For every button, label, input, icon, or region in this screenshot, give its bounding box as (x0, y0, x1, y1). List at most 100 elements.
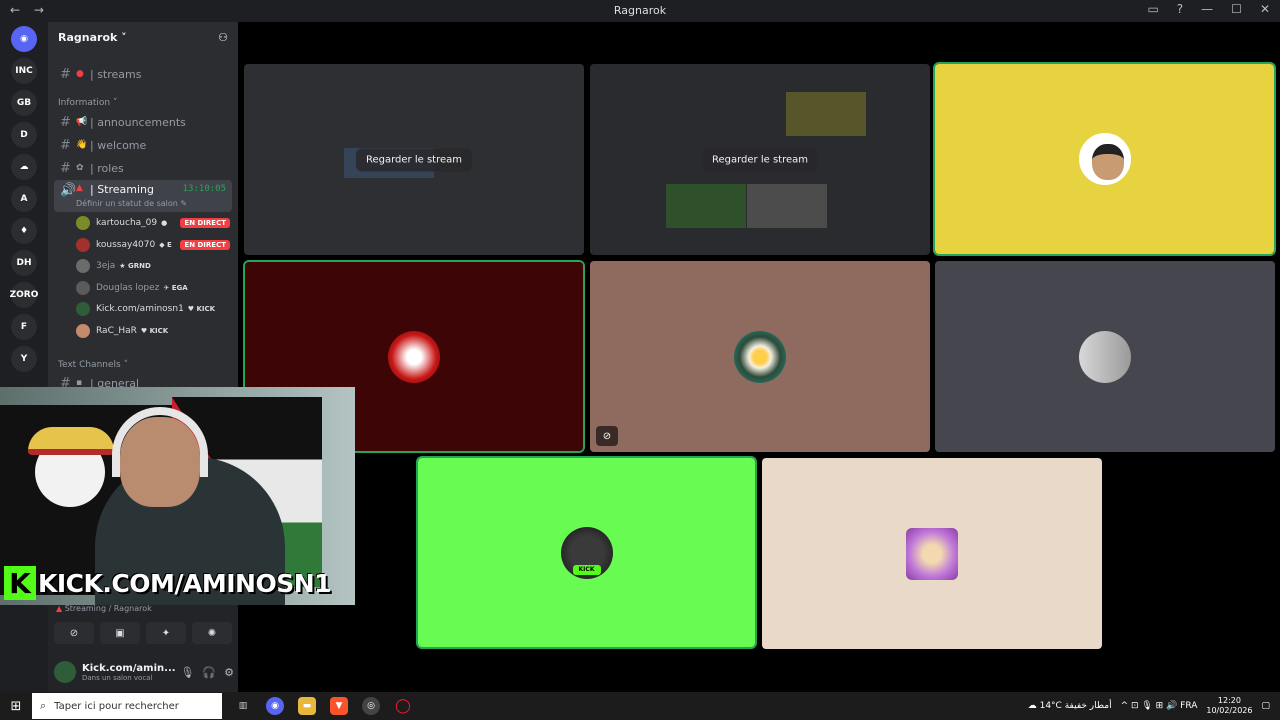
voice-user[interactable]: RaC_HaR ♥ KICK (76, 322, 230, 340)
clock-time: 12:20 (1217, 696, 1241, 705)
avatar (76, 259, 90, 273)
activities-button[interactable]: ✦ (146, 622, 186, 644)
stream-preview (666, 184, 746, 228)
voice-user-name: Kick.com/aminosn1 (96, 304, 184, 314)
server-avatar-icon[interactable]: A (11, 186, 37, 212)
user-tile-7[interactable]: KICK (416, 456, 757, 649)
voice-location[interactable]: ▲ Streaming / Ragnarok (56, 604, 152, 613)
avatar (76, 237, 90, 252)
stream-tile-1[interactable]: Regarder le stream (244, 64, 584, 255)
user-tag: ♥ KICK (187, 305, 216, 313)
weather-widget[interactable]: ☁ 14°C أمطار خفيفة (1028, 701, 1112, 711)
straw-hat-image (28, 427, 114, 455)
user-name: Kick.com/amin... (82, 662, 176, 674)
avatar[interactable] (54, 661, 76, 683)
channel-roles[interactable]: # ✿ | roles (54, 158, 232, 178)
red-dot-icon: ● (76, 69, 84, 79)
user-tile-5[interactable]: ⊘ (590, 261, 930, 452)
headset-icon[interactable]: 🎧 (202, 666, 216, 679)
inbox-icon[interactable]: ▭ (1147, 2, 1158, 16)
settings-gear-icon[interactable]: ⚙ (224, 666, 234, 679)
server-fury-icon[interactable]: F (11, 314, 37, 340)
window-titlebar: ← → Ragnarok ▭ ? — ☐ ✕ (0, 0, 1280, 22)
taskbar-apps: ▥ ◉ ▬ ▼ ◎ ◯ (234, 697, 412, 715)
channel-status[interactable]: Définir un statut de salon ✎ (76, 199, 187, 208)
server-zoro-icon[interactable]: ZORO (10, 282, 38, 308)
call-timer: 13:10:05 (182, 184, 226, 194)
discord-app-icon[interactable]: ◉ (266, 697, 284, 715)
server-d-icon[interactable]: D (11, 122, 37, 148)
avatar (76, 302, 90, 316)
maximize-button[interactable]: ☐ (1231, 2, 1242, 16)
user-tile-8[interactable] (762, 458, 1102, 649)
channel-welcome[interactable]: # 👋 | welcome (54, 135, 232, 155)
voice-user[interactable]: 3eja ★ GRND (76, 257, 230, 275)
channel-label: | streams (90, 67, 142, 81)
help-icon[interactable]: ? (1177, 2, 1183, 16)
server-cloud-icon[interactable]: ☁ (11, 154, 37, 180)
mic-icon[interactable]: 🎙 (180, 666, 194, 679)
minimize-button[interactable]: — (1201, 2, 1213, 16)
clock[interactable]: 12:20 10/02/2026 (1206, 696, 1252, 716)
windows-start-icon[interactable]: ⊞ (0, 699, 32, 714)
voice-user[interactable]: kartoucha_09 ● EN DIRECT (76, 214, 230, 232)
avatar (76, 216, 90, 230)
live-badge: EN DIRECT (180, 239, 230, 250)
category-information[interactable]: Information ˅ (58, 98, 117, 108)
hash-icon: # (60, 66, 71, 82)
guild-header[interactable]: Ragnarok ˅ ⚇ (48, 22, 238, 52)
user-panel: Kick.com/amin... Dans un salon vocal 🎙 🎧… (54, 658, 234, 686)
server-yt-icon[interactable]: Y (11, 346, 37, 372)
server-flame-icon[interactable]: ♦ (11, 218, 37, 244)
weather-text: 14°C أمطار خفيفة (1039, 701, 1112, 711)
guild-name: Ragnarok ˅ (58, 30, 127, 44)
voice-user[interactable]: Kick.com/aminosn1 ♥ KICK (76, 300, 230, 318)
voice-panel: ▲ Streaming / Ragnarok ⊘ ▣ ✦ ✺ Kick.com/… (48, 602, 238, 692)
window-controls: ▭ ? — ☐ ✕ (1147, 2, 1270, 16)
user-tag: ✈ EGA (163, 283, 188, 292)
task-view-icon[interactable]: ▥ (234, 697, 252, 715)
webcam-overlay: K KICK.COM/AMINOSN1 (0, 387, 355, 605)
taskbar-search[interactable]: ⌕ Taper ici pour rechercher (32, 693, 222, 719)
kick-url: KICK.COM/AMINOSN1 (38, 568, 332, 598)
channel-label: | roles (90, 161, 124, 175)
voice-user-name: RaC_HaR (96, 325, 137, 336)
voice-user-name: Douglas lopez (96, 282, 160, 293)
stream-tile-2[interactable]: Regarder le stream (590, 64, 930, 255)
channel-label: | welcome (90, 138, 147, 152)
pin-icon: ▲ (56, 604, 65, 613)
wave-icon: 👋 (76, 140, 88, 150)
user-tile-3[interactable] (933, 62, 1276, 256)
voice-user[interactable]: koussay4070 ◆ E EN DIRECT (76, 236, 230, 254)
user-tile-6[interactable] (935, 261, 1275, 452)
discord-home-icon[interactable]: ◉ (11, 26, 37, 52)
close-button[interactable]: ✕ (1260, 2, 1270, 16)
watch-stream-button[interactable]: Regarder le stream (701, 148, 819, 171)
user-tag: ★ GRND (119, 262, 151, 270)
screen-share-button[interactable]: ▣ (100, 622, 140, 644)
channel-announcements[interactable]: # 📢 | announcements (54, 112, 232, 132)
live-badge: EN DIRECT (180, 218, 230, 228)
server-inc-icon[interactable]: INC (11, 58, 37, 84)
soundboard-button[interactable]: ✺ (192, 622, 232, 644)
kick-logo-icon: K (4, 566, 36, 600)
channel-streams[interactable]: # ● | streams (54, 64, 232, 84)
brave-browser-icon[interactable]: ▼ (330, 697, 348, 715)
voice-user-name: kartoucha_09 (96, 218, 158, 228)
obs-icon[interactable]: ◎ (362, 697, 380, 715)
server-dh-icon[interactable]: DH (11, 250, 37, 276)
opera-gx-icon[interactable]: ◯ (394, 697, 412, 715)
voice-user[interactable]: Douglas lopez ✈ EGA (76, 279, 230, 297)
camera-off-button[interactable]: ⊘ (54, 622, 94, 644)
add-friend-icon[interactable]: ⚇ (218, 31, 228, 44)
file-explorer-icon[interactable]: ▬ (298, 697, 316, 715)
stream-preview (747, 184, 827, 228)
voice-user-name: koussay4070 (96, 239, 156, 250)
watch-stream-button[interactable]: Regarder le stream (355, 148, 473, 171)
notification-icon[interactable]: ▢ (1261, 701, 1270, 711)
kick-banner: K KICK.COM/AMINOSN1 (4, 563, 355, 603)
server-gb-icon[interactable]: GB (11, 90, 37, 116)
avatar (76, 280, 90, 295)
category-text-channels[interactable]: Text Channels ˅ (58, 360, 128, 370)
tray-icons[interactable]: ^ ⊡ 🎙 ⊞ 🔊 FRA (1121, 701, 1198, 711)
